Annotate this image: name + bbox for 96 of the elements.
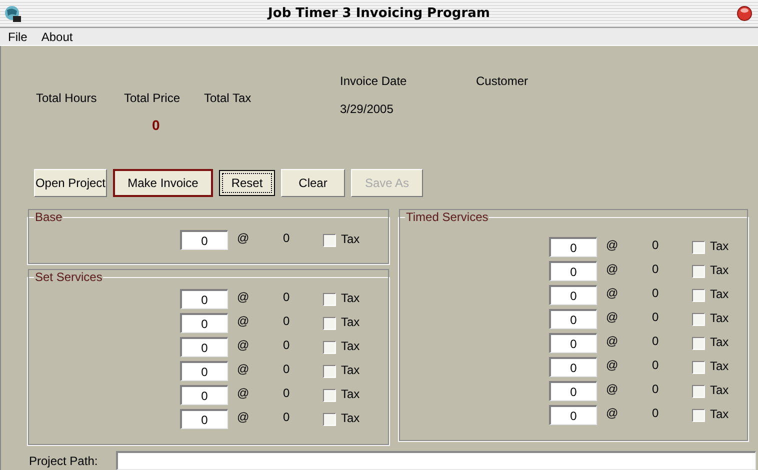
button[interactable]: Open Project [34,169,107,197]
quantity-field[interactable]: 0 [549,405,597,425]
project-path-label: Project Path: [29,452,98,470]
rate-value: 0 [283,408,291,426]
tax-checkbox[interactable] [692,288,705,302]
at-sign: @ [606,260,620,278]
tax-label: Tax [341,338,360,354]
menu-item[interactable]: About [41,28,73,46]
tax-label: Tax [710,358,729,374]
tax-label: Tax [710,262,729,278]
at-sign: @ [237,230,250,246]
quantity-field[interactable]: 0 [549,357,597,377]
tax-label: Tax [341,230,360,248]
tax-checkbox[interactable] [692,312,705,326]
total-value: 0 [152,116,160,135]
quantity-field[interactable]: 0 [180,230,228,250]
window-title: Job Timer 3 Invoicing Program [268,4,490,23]
invoice-date-label: Invoice Date [340,73,407,90]
tax-label: Tax [710,334,729,350]
tax-label: Tax [710,382,729,398]
rate-value: 0 [652,236,660,254]
tax-checkbox[interactable] [323,316,336,330]
at-sign: @ [606,380,620,398]
at-sign: @ [237,288,250,306]
tax-label: Tax [341,362,360,378]
rate-value: 0 [652,332,660,350]
rate-value: 0 [652,260,660,278]
tax-label: Tax [710,286,729,302]
rate-value: 0 [283,288,291,306]
total-label: Total Tax [204,90,252,107]
tax-checkbox[interactable] [323,388,336,402]
tax-checkbox[interactable] [692,336,705,350]
total-label: Total Price [124,90,180,107]
tax-checkbox[interactable] [692,240,705,254]
quantity-field[interactable]: 0 [180,289,228,309]
tax-checkbox[interactable] [692,360,705,374]
at-sign: @ [606,236,620,254]
at-sign: @ [606,332,620,350]
tax-checkbox[interactable] [692,408,705,422]
quantity-field[interactable]: 0 [549,285,597,305]
quantity-field[interactable]: 0 [549,261,597,281]
quantity-field[interactable]: 0 [180,313,228,333]
project-path-field[interactable] [116,451,756,470]
rate-value: 0 [283,336,291,354]
quantity-field[interactable]: 0 [549,309,597,329]
rate-value: 0 [283,360,291,378]
quantity-field[interactable]: 0 [180,409,228,429]
quantity-field[interactable]: 0 [180,361,228,381]
tax-checkbox[interactable] [692,264,705,278]
at-sign: @ [237,360,250,378]
rate-value: 0 [652,404,660,422]
at-sign: @ [237,336,250,354]
quantity-field[interactable]: 0 [180,385,228,405]
tax-checkbox[interactable] [323,364,336,378]
at-sign: @ [606,284,620,302]
tax-label: Tax [341,386,360,402]
at-sign: @ [237,408,250,426]
tax-label: Tax [710,310,729,326]
tax-checkbox[interactable] [323,292,336,306]
menu-item[interactable]: File [8,28,28,46]
button[interactable]: Make Invoice [113,169,213,197]
group-title: Base [34,209,64,226]
quantity-field[interactable]: 0 [549,237,597,257]
button[interactable]: Reset [219,170,275,196]
tax-checkbox[interactable] [323,340,336,354]
group-title: Timed Services [405,209,490,226]
rate-value: 0 [283,384,291,402]
group-title: Set Services [34,269,104,286]
quantity-field[interactable]: 0 [549,333,597,353]
total-label: Total Hours [36,90,97,107]
at-sign: @ [237,312,250,330]
tax-label: Tax [710,238,729,254]
tax-label: Tax [341,290,360,306]
rate-value: 0 [283,312,291,330]
rate-value: 0 [652,380,660,398]
at-sign: @ [237,384,250,402]
tax-label: Tax [710,406,729,422]
tax-label: Tax [341,410,360,426]
rate-value: 0 [652,356,660,374]
tax-checkbox[interactable] [692,384,705,398]
quantity-field[interactable]: 0 [180,337,228,357]
at-sign: @ [606,404,620,422]
rate-value: 0 [652,308,660,326]
button[interactable]: Clear [281,169,345,197]
tax-label: Tax [341,314,360,330]
tax-checkbox[interactable] [323,234,336,246]
at-sign: @ [606,356,620,374]
at-sign: @ [606,308,620,326]
rate-value: 0 [652,284,660,302]
close-icon[interactable] [737,6,752,21]
tax-checkbox[interactable] [323,412,336,426]
quantity-field[interactable]: 0 [549,381,597,401]
rate-value: 0 [283,230,291,246]
app-icon [4,5,22,23]
customer-label: Customer [476,74,528,88]
invoice-date-value: 3/29/2005 [340,101,394,118]
